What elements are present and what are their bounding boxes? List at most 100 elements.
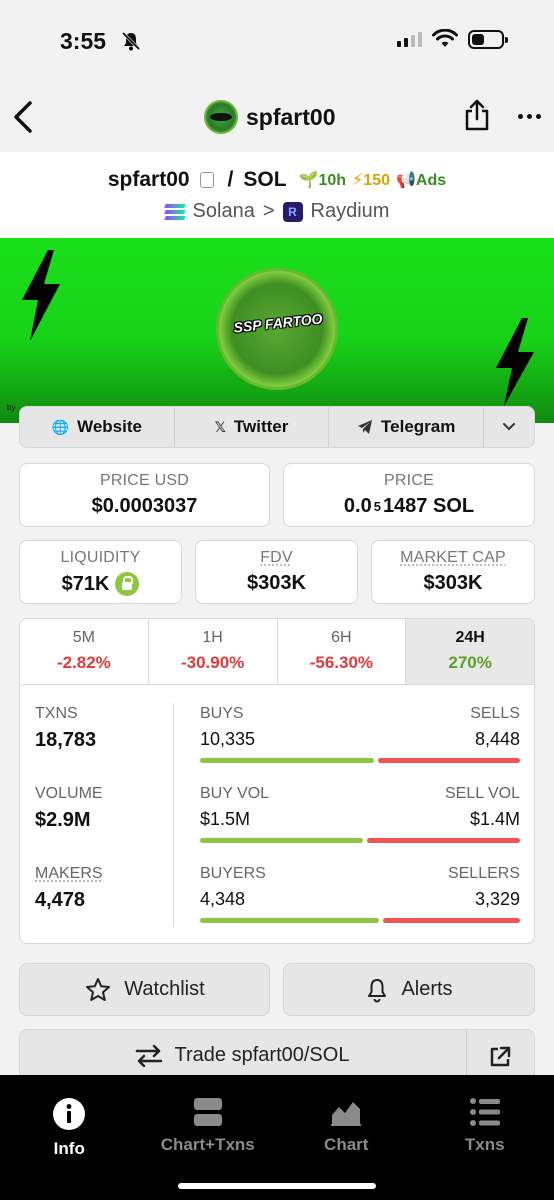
liquidity-label: LIQUIDITY <box>60 549 141 566</box>
tab-chart-txns[interactable]: Chart+Txns <box>139 1075 278 1200</box>
price-native-value: 0.0 5 1487 SOL <box>284 495 534 518</box>
nav-bar: spfart00 <box>0 80 554 152</box>
stats-divider <box>173 703 174 927</box>
market-cap-card: MARKET CAP $303K <box>371 540 535 604</box>
lightning-bolt-icon <box>496 318 534 406</box>
price-usd-value: $0.0003037 <box>91 495 198 517</box>
status-time: 3:55 <box>60 28 107 54</box>
pair-slash: / <box>227 168 234 191</box>
buyers-bar <box>200 918 379 923</box>
battery-icon <box>468 30 508 49</box>
buys-sells-bar <box>200 758 520 763</box>
nav-title: spfart00 <box>246 103 336 130</box>
more-links-dropdown[interactable] <box>484 407 534 447</box>
price-native-suffix: 1487 SOL <box>382 495 475 517</box>
price-native-prefix: 0.0 <box>343 495 372 517</box>
chain-row: Solana > R Raydium <box>0 200 554 223</box>
share-icon[interactable] <box>463 98 491 132</box>
alerts-button[interactable]: Alerts <box>283 963 535 1016</box>
bottom-tab-bar: Info Chart+Txns Chart Txns <box>0 1075 554 1200</box>
lightning-bolt-icon <box>22 250 60 341</box>
fdv-label[interactable]: FDV <box>196 549 357 567</box>
lock-icon[interactable] <box>115 572 140 596</box>
watchlist-button[interactable]: Watchlist <box>19 963 270 1016</box>
tab-1h[interactable]: 1H -30.90% <box>149 619 278 684</box>
timeframe-label: 6H <box>331 629 352 646</box>
external-link-icon[interactable] <box>488 1045 512 1069</box>
wifi-icon <box>432 29 458 47</box>
timeframe-label: 5M <box>72 629 95 646</box>
website-link-button[interactable]: 🌐 Website <box>20 407 175 447</box>
signal-icon <box>397 32 422 47</box>
alerts-label: Alerts <box>401 978 453 1000</box>
price-native-subscript: 5 <box>373 499 381 514</box>
twitter-link-button[interactable]: 𝕏 Twitter <box>175 407 330 447</box>
price-native-card: PRICE 0.0 5 1487 SOL <box>283 463 535 527</box>
fdv-card: FDV $303K <box>195 540 358 604</box>
back-chevron-icon[interactable] <box>12 100 34 134</box>
twitter-label: Twitter <box>233 417 289 436</box>
timeframe-label: 24H <box>455 629 485 646</box>
market-cap-value: $303K <box>423 572 483 594</box>
banner-by-text: by <box>7 403 16 412</box>
tab-txns-label: Txns <box>464 1135 505 1154</box>
timeframe-tabs: 5M -2.82% 1H -30.90% 6H -56.30% 24H 270% <box>20 619 534 685</box>
price-usd-card: PRICE USD $0.0003037 <box>19 463 270 527</box>
copy-icon[interactable] <box>199 172 214 188</box>
timeframe-change: 270% <box>448 653 492 672</box>
buyers-value: 4,348 <box>200 889 246 909</box>
chain-name[interactable]: Solana <box>193 200 255 223</box>
nav-title-group: spfart00 <box>204 100 335 134</box>
banner-logo-text: SSP FARTOO <box>232 310 324 336</box>
chart-txns-icon <box>193 1098 222 1126</box>
dex-name[interactable]: Raydium <box>311 200 390 223</box>
buy-vol-bar <box>200 838 364 843</box>
telegram-label: Telegram <box>381 417 456 436</box>
price-usd-label: PRICE USD <box>100 472 189 489</box>
market-cap-label[interactable]: MARKET CAP <box>372 549 534 567</box>
ads-badge[interactable]: 📢Ads <box>396 170 446 190</box>
solana-icon <box>163 203 186 220</box>
tab-txns[interactable]: Txns <box>416 1075 554 1200</box>
sprout-icon: 🌱 <box>298 172 319 189</box>
tab-5m[interactable]: 5M -2.82% <box>20 619 149 684</box>
tab-chart-label: Chart <box>324 1135 369 1154</box>
tab-chart[interactable]: Chart <box>277 1075 416 1200</box>
price-native-label: PRICE <box>384 472 434 489</box>
volume-value: $2.9M <box>35 809 91 831</box>
swap-arrows-icon <box>135 1044 162 1067</box>
more-options-icon[interactable] <box>518 114 541 119</box>
tab-6h[interactable]: 6H -56.30% <box>278 619 407 684</box>
buys-sells-split: BUYS SELLS 10,335 8,448 <box>200 705 520 763</box>
timeframe-change: -56.30% <box>309 653 374 672</box>
volume-split: BUY VOL SELL VOL $1.5M $1.4M <box>200 785 520 843</box>
lightning-icon: ⚡ <box>352 172 364 189</box>
liquidity-value-row: $71K <box>20 572 181 596</box>
buyers-sellers-split: BUYERS SELLERS 4,348 3,329 <box>200 865 520 923</box>
telegram-link-button[interactable]: Telegram <box>329 407 485 447</box>
chart-icon <box>331 1098 362 1126</box>
boost-count: 150 <box>363 172 390 189</box>
boost-badge[interactable]: ⚡150 <box>352 170 390 190</box>
buys-label: BUYS <box>200 705 244 722</box>
token-banner: SSP FARTOO by <box>0 238 554 423</box>
buys-value: 10,335 <box>200 729 256 749</box>
token-logo-large: SSP FARTOO <box>216 268 338 390</box>
token-logo-icon <box>204 100 238 134</box>
liquidity-card: LIQUIDITY $71K <box>19 540 182 604</box>
globe-icon: 🌐 <box>51 418 70 435</box>
sell-vol-value: $1.4M <box>469 809 520 829</box>
sell-vol-bar <box>367 838 520 843</box>
bell-muted-icon <box>121 31 141 51</box>
buyers-label: BUYERS <box>200 865 266 882</box>
sell-vol-label: SELL VOL <box>444 785 520 802</box>
pair-row: spfart00 / SOL 🌱10h ⚡150 📢Ads <box>0 168 554 192</box>
sellers-value: 3,329 <box>474 889 520 909</box>
tab-info[interactable]: Info <box>0 1075 139 1200</box>
makers-label[interactable]: MAKERS <box>35 865 165 883</box>
links-bar: 🌐 Website 𝕏 Twitter Telegram <box>19 406 535 448</box>
info-icon <box>53 1098 86 1130</box>
sellers-label: SELLERS <box>447 865 520 882</box>
tab-24h[interactable]: 24H 270% <box>406 619 534 684</box>
sells-value: 8,448 <box>474 729 520 749</box>
